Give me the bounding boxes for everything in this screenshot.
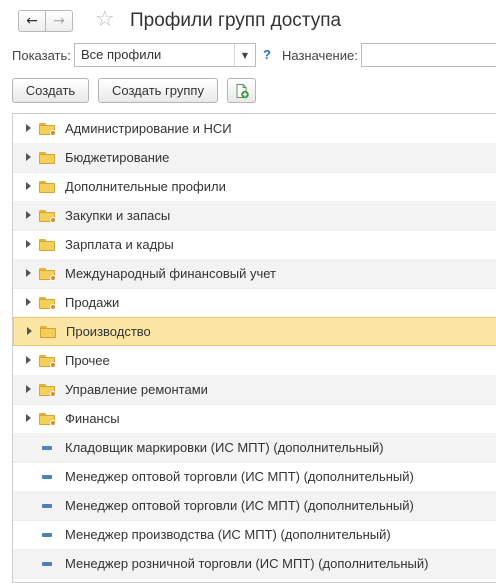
help-icon[interactable]: ?	[263, 47, 271, 62]
show-filter-select[interactable]: Все профили ▼	[74, 43, 256, 67]
expand-arrow-icon[interactable]	[26, 356, 31, 364]
tree-profile-label: Кладовщик маркировки (ИС МПТ) (дополните…	[65, 440, 384, 455]
tree-group-label: Финансы	[65, 411, 120, 426]
folder-icon	[39, 239, 55, 251]
folder-icon	[39, 413, 56, 426]
tree-profile-label: Менеджер производства (ИС МПТ) (дополнит…	[65, 527, 391, 542]
tree-group-row[interactable]: Продажи	[13, 288, 496, 318]
profile-icon	[42, 504, 52, 508]
dropdown-arrow-icon[interactable]: ▼	[234, 44, 255, 66]
create-button-label: Создать	[25, 83, 76, 98]
tree-group-row[interactable]: Финансы	[13, 404, 496, 434]
folder-icon	[39, 181, 55, 193]
profile-icon	[42, 446, 52, 450]
folder-icon	[39, 123, 56, 136]
tree-group-label: Управление ремонтами	[65, 382, 208, 397]
expand-arrow-icon[interactable]	[26, 182, 31, 190]
tree-group-row[interactable]: Зарплата и кадры	[13, 230, 496, 260]
expand-arrow-icon[interactable]	[26, 298, 31, 306]
create-group-button-label: Создать группу	[112, 83, 204, 98]
expand-arrow-icon[interactable]	[27, 327, 32, 335]
page-title: Профили групп доступа	[130, 10, 342, 31]
tree-group-label: Прочее	[65, 353, 110, 368]
tree-group-label: Международный финансовый учет	[65, 266, 276, 281]
tree-group-label: Закупки и запасы	[65, 208, 171, 223]
back-button[interactable]: ←	[18, 10, 46, 32]
folder-icon	[39, 210, 56, 223]
folder-badge-icon	[50, 275, 56, 281]
expand-arrow-icon[interactable]	[26, 153, 31, 161]
tree-group-row[interactable]: Закупки и запасы	[13, 201, 496, 231]
tree-profile-label: Менеджер оптовой торговли (ИС МПТ) (допо…	[65, 469, 414, 484]
access-profiles-tree[interactable]: Администрирование и НСИ Бюджетирование Доп…	[12, 113, 496, 583]
tree-profile-row[interactable]: Менеджер розничной торговли (ИС МПТ) (до…	[13, 549, 496, 579]
expand-arrow-icon[interactable]	[26, 269, 31, 277]
tree-profile-row[interactable]: Менеджер производства (ИС МПТ) (дополнит…	[13, 520, 496, 550]
copy-button[interactable]	[227, 78, 256, 103]
arrow-left-icon: ←	[26, 13, 38, 29]
tree-group-label: Бюджетирование	[65, 150, 170, 165]
tree-group-row[interactable]: Управление ремонтами	[13, 375, 496, 405]
purpose-input[interactable]	[361, 43, 496, 67]
tree-profile-row[interactable]: Менеджер оптовой торговли (ИС МПТ) (допо…	[13, 491, 496, 521]
tree-group-row[interactable]: Дополнительные профили	[13, 172, 496, 202]
tree-group-row[interactable]: Прочее	[13, 346, 496, 376]
tree-group-row[interactable]: Производство	[13, 317, 496, 346]
folder-icon	[39, 384, 56, 397]
folder-icon	[39, 152, 55, 164]
folder-icon	[39, 268, 56, 281]
folder-icon	[40, 326, 56, 338]
profile-icon	[42, 533, 52, 537]
folder-icon	[39, 355, 56, 368]
tree-group-label: Администрирование и НСИ	[65, 121, 232, 136]
tree-group-row[interactable]: Администрирование и НСИ	[13, 114, 496, 144]
create-button[interactable]: Создать	[12, 78, 89, 103]
expand-arrow-icon[interactable]	[26, 240, 31, 248]
folder-icon	[39, 297, 56, 310]
expand-arrow-icon[interactable]	[26, 385, 31, 393]
show-filter-value: Все профили	[81, 47, 162, 62]
copy-plus-icon	[236, 83, 249, 98]
tree-profile-row[interactable]: Менеджер оптовой торговли (ИС МПТ) (допо…	[13, 462, 496, 492]
tree-group-row[interactable]: Бюджетирование	[13, 143, 496, 173]
tree-profile-row[interactable]: Кладовщик маркировки (ИС МПТ) (дополните…	[13, 433, 496, 463]
folder-badge-icon	[50, 420, 56, 426]
forward-button[interactable]: →	[45, 10, 73, 32]
folder-badge-icon	[50, 304, 56, 310]
tree-group-label: Продажи	[65, 295, 120, 310]
show-label: Показать:	[12, 48, 71, 63]
folder-badge-icon	[50, 362, 56, 368]
expand-arrow-icon[interactable]	[26, 124, 31, 132]
tree-profile-label: Менеджер оптовой торговли (ИС МПТ) (допо…	[65, 498, 414, 513]
folder-badge-icon	[50, 130, 56, 136]
tree-group-label: Дополнительные профили	[65, 179, 226, 194]
create-group-button[interactable]: Создать группу	[98, 78, 218, 103]
tree-group-row[interactable]: Международный финансовый учет	[13, 259, 496, 289]
folder-badge-icon	[50, 391, 56, 397]
folder-badge-icon	[50, 217, 56, 223]
tree-group-label: Зарплата и кадры	[65, 237, 174, 252]
arrow-right-icon: →	[53, 13, 65, 29]
profile-icon	[42, 562, 52, 566]
favorite-star-icon[interactable]: ☆	[95, 6, 115, 34]
purpose-label: Назначение:	[282, 48, 358, 63]
tree-profile-label: Менеджер розничной торговли (ИС МПТ) (до…	[65, 556, 429, 571]
expand-arrow-icon[interactable]	[26, 414, 31, 422]
expand-arrow-icon[interactable]	[26, 211, 31, 219]
profile-icon	[42, 475, 52, 479]
tree-group-label: Производство	[66, 324, 151, 339]
